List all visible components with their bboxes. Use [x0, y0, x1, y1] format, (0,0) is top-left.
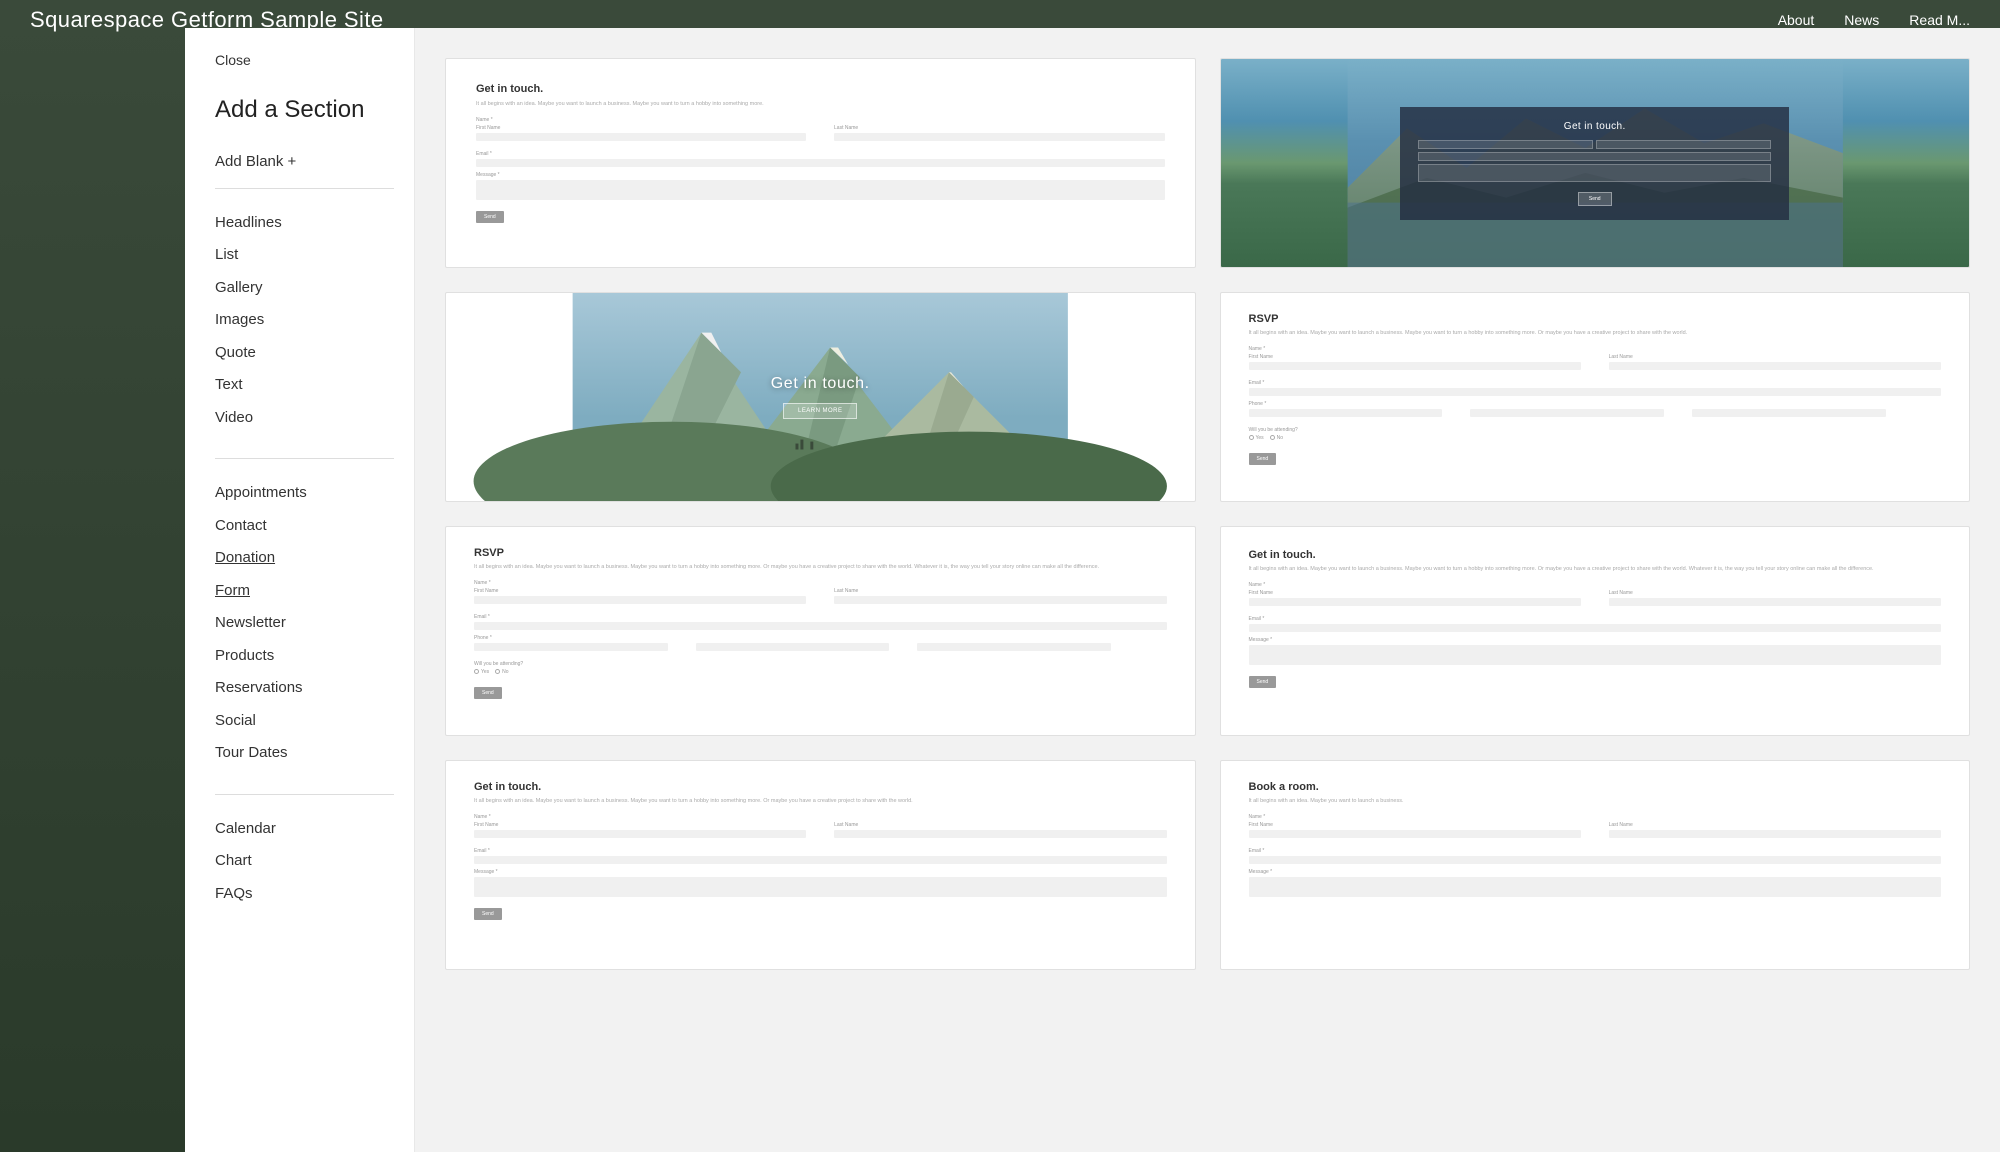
first-field-mock — [476, 133, 806, 141]
contact-med-desc: It all begins with an idea. Maybe you wa… — [1249, 566, 1942, 574]
sidebar-item-appointments[interactable]: Appointments — [215, 477, 414, 510]
sidebar-item-faqs[interactable]: FAQs — [215, 878, 414, 911]
add-section-modal: Close Add a Section Add Blank + Headline… — [185, 28, 2000, 1152]
sidebar-item-social[interactable]: Social — [215, 705, 414, 738]
book-room-title: Book a room. — [1249, 781, 1942, 793]
lake-form-overlay: Get in touch. Send — [1221, 59, 1970, 267]
sidebar-divider-1 — [215, 188, 394, 189]
nav-news[interactable]: News — [1844, 12, 1879, 28]
sidebar-item-form[interactable]: Form — [215, 575, 414, 608]
contact-med-btn: Send — [1249, 676, 1277, 688]
sidebar: Close Add a Section Add Blank + Headline… — [185, 28, 415, 1152]
nav-read[interactable]: Read M... — [1909, 12, 1970, 28]
sidebar-other-section: Calendar Chart FAQs — [215, 813, 414, 911]
contact-clean-desc: It all begins with an idea. Maybe you wa… — [474, 798, 1167, 806]
site-nav: About News Read M... — [1778, 12, 1970, 28]
sidebar-item-calendar[interactable]: Calendar — [215, 813, 414, 846]
preview-card-contact-med[interactable]: Get in touch. It all begins with an idea… — [1220, 526, 1971, 736]
lake-last-field — [1596, 140, 1771, 149]
last-field-mock — [834, 133, 1164, 141]
sidebar-forms-section: Appointments Contact Donation Form Newsl… — [215, 477, 414, 770]
rsvp-right-desc: It all begins with an idea. Maybe you wa… — [474, 564, 1167, 572]
close-button[interactable]: Close — [215, 52, 414, 68]
rsvp-submit-btn: Send — [1249, 453, 1277, 465]
lake-submit-btn: Send — [1578, 192, 1612, 206]
attending-options: Yes No — [1249, 435, 1942, 441]
mountain-hero-btn: LEARN MORE — [783, 403, 857, 419]
sidebar-item-contact[interactable]: Contact — [215, 510, 414, 543]
preview-card-rsvp[interactable]: RSVP It all begins with an idea. Maybe y… — [1220, 292, 1971, 502]
preview-card-mountain-hero[interactable]: Get in touch. LEARN MORE — [445, 292, 1196, 502]
sidebar-item-chart[interactable]: Chart — [215, 845, 414, 878]
lake-name-row — [1418, 140, 1771, 149]
message-field-mock — [476, 180, 1165, 200]
preview-card-contact-simple[interactable]: Get in touch. It all begins with an idea… — [445, 58, 1196, 268]
form-name-row: First Name Last Name — [476, 125, 1165, 146]
email-field-wrapper: Email * — [476, 151, 1165, 167]
contact-clean-btn: Send — [474, 908, 502, 920]
preview-card-contact-clean[interactable]: Get in touch. It all begins with an idea… — [445, 760, 1196, 970]
rsvp-phone-section: Phone * — [1249, 401, 1942, 422]
sidebar-item-reservations[interactable]: Reservations — [215, 672, 414, 705]
sidebar-divider-2 — [215, 458, 394, 459]
mountain-hero-overlay: Get in touch. LEARN MORE — [446, 293, 1195, 501]
contact-med-title: Get in touch. — [1249, 549, 1942, 561]
card-title: Get in touch. — [476, 83, 1165, 95]
rsvp-right-title: RSVP — [474, 547, 1167, 559]
preview-card-lake-hero[interactable]: Get in touch. Send — [1220, 58, 1971, 268]
sidebar-item-products[interactable]: Products — [215, 640, 414, 673]
message-field-wrapper: Message * — [476, 172, 1165, 200]
lake-form-title: Get in touch. — [1418, 121, 1771, 132]
sidebar-item-list[interactable]: List — [215, 239, 414, 272]
add-blank-button[interactable]: Add Blank + — [215, 153, 414, 170]
name-label: Name * — [476, 117, 1165, 123]
rsvp-description: It all begins with an idea. Maybe you wa… — [1249, 330, 1942, 338]
modal-title: Add a Section — [215, 96, 414, 125]
rsvp-title: RSVP — [1249, 313, 1942, 325]
contact-clean-title: Get in touch. — [474, 781, 1167, 793]
rsvp-name-section: Name * — [1249, 346, 1942, 352]
preview-grid: Get in touch. It all begins with an idea… — [415, 28, 2000, 1152]
preview-card-rsvp-right[interactable]: RSVP It all begins with an idea. Maybe y… — [445, 526, 1196, 736]
rsvp-right-btn: Send — [474, 687, 502, 699]
first-name-field: First Name — [476, 125, 806, 146]
sidebar-item-video[interactable]: Video — [215, 402, 414, 435]
card-description: It all begins with an idea. Maybe you wa… — [476, 101, 1165, 109]
lake-first-field — [1418, 140, 1593, 149]
preview-card-book-room[interactable]: Book a room. It all begins with an idea.… — [1220, 760, 1971, 970]
sidebar-item-tour-dates[interactable]: Tour Dates — [215, 737, 414, 770]
form-mock-name-label: Name * — [476, 117, 1165, 123]
email-field-mock — [476, 159, 1165, 167]
sidebar-item-text[interactable]: Text — [215, 369, 414, 402]
book-room-desc: It all begins with an idea. Maybe you wa… — [1249, 798, 1942, 806]
attending-options-right: Yes No — [474, 669, 1167, 675]
rsvp-first: First Name — [1249, 354, 1581, 375]
submit-btn-mock: Send — [476, 211, 504, 223]
lake-email-field — [1418, 152, 1771, 161]
sidebar-item-headlines[interactable]: Headlines — [215, 207, 414, 240]
lake-form-box: Get in touch. Send — [1400, 107, 1789, 220]
sidebar-item-donation[interactable]: Donation — [215, 542, 414, 575]
sidebar-item-gallery[interactable]: Gallery — [215, 272, 414, 305]
rsvp-last: Last Name — [1609, 354, 1941, 375]
lake-btn-wrapper: Send — [1418, 187, 1771, 206]
nav-about[interactable]: About — [1778, 12, 1815, 28]
sidebar-basic-section: Add Blank + Headlines List Gallery Image… — [215, 153, 414, 435]
sidebar-item-quote[interactable]: Quote — [215, 337, 414, 370]
sidebar-item-images[interactable]: Images — [215, 304, 414, 337]
lake-message-field — [1418, 164, 1771, 182]
mountain-hero-title: Get in touch. — [771, 375, 870, 393]
sidebar-divider-3 — [215, 794, 394, 795]
rsvp-name-row: First Name Last Name — [1249, 354, 1942, 375]
last-name-field: Last Name — [834, 125, 1164, 146]
sidebar-item-newsletter[interactable]: Newsletter — [215, 607, 414, 640]
